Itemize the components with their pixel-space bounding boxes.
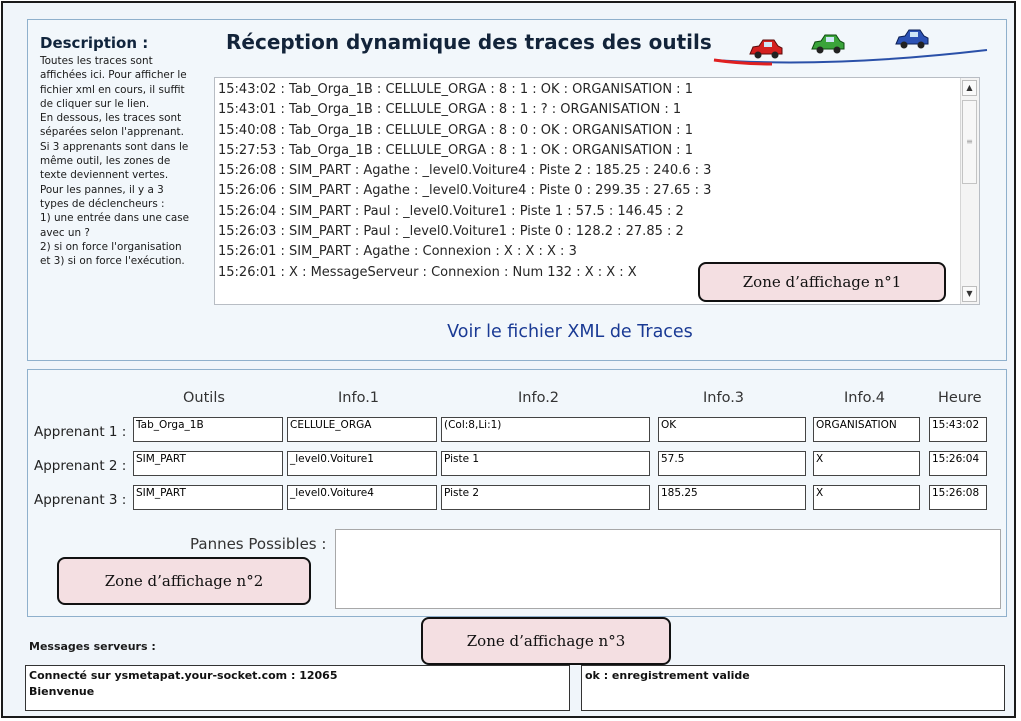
cell-apprenant1-info1[interactable]: CELLULE_ORGA [287, 417, 437, 442]
cell-apprenant2-heure[interactable]: 15:26:04 [929, 451, 987, 476]
column-header-heure: Heure [938, 390, 982, 406]
cell-apprenant3-heure[interactable]: 15:26:08 [929, 485, 987, 510]
callout-zone-1: Zone d’affichage n°1 [698, 262, 946, 302]
trace-line: 15:26:06 : SIM_PART : Agathe : _level0.V… [218, 183, 712, 199]
trace-line: 15:26:04 : SIM_PART : Paul : _level0.Voi… [218, 203, 684, 219]
column-header-info3: Info.3 [703, 390, 745, 406]
cell-apprenant1-info3[interactable]: OK [658, 417, 806, 442]
column-header-info1: Info.1 [338, 390, 380, 406]
column-header-info2: Info.2 [518, 390, 560, 406]
trace-line: 15:26:08 : SIM_PART : Agathe : _level0.V… [218, 163, 712, 179]
scroll-thumb[interactable]: ≡ [962, 100, 977, 184]
server-messages-label: Messages serveurs : [29, 640, 156, 653]
server-connection-message: Connecté sur ysmetapat.your-socket.com :… [25, 665, 570, 711]
cell-apprenant1-info2[interactable]: (Col:8,Li:1) [441, 417, 650, 442]
trace-line: 15:27:53 : Tab_Orga_1B : CELLULE_ORGA : … [218, 142, 693, 158]
description-title: Description : [40, 34, 149, 52]
blue-car-icon [895, 29, 929, 49]
scroll-down-icon[interactable]: ▼ [962, 286, 977, 302]
pannes-possibles-label: Pannes Possibles : [190, 535, 327, 553]
traces-scrollbar[interactable]: ▲ ≡ ▼ [960, 78, 979, 304]
trace-line: 15:26:01 : SIM_PART : Agathe : Connexion… [218, 244, 577, 260]
red-car-icon [749, 39, 783, 59]
trace-line: 15:43:01 : Tab_Orga_1B : CELLULE_ORGA : … [218, 102, 682, 118]
cell-apprenant3-outils[interactable]: SIM_PART [133, 485, 283, 510]
green-car-icon [811, 34, 845, 54]
cars-logo-icon [713, 29, 988, 66]
row-label-apprenant-3: Apprenant 3 : [34, 492, 127, 508]
xml-traces-link[interactable]: Voir le fichier XML de Traces [395, 322, 745, 342]
callout-zone-2: Zone d’affichage n°2 [57, 557, 311, 605]
column-header-outils: Outils [183, 390, 225, 406]
callout-zone-3: Zone d’affichage n°3 [421, 617, 671, 665]
cell-apprenant1-outils[interactable]: Tab_Orga_1B [133, 417, 283, 442]
trace-line: 15:26:03 : SIM_PART : Paul : _level0.Voi… [218, 224, 684, 240]
pannes-possibles-textarea[interactable] [335, 529, 1001, 609]
cell-apprenant3-info3[interactable]: 185.25 [658, 485, 806, 510]
cell-apprenant2-info3[interactable]: 57.5 [658, 451, 806, 476]
cell-apprenant1-info4[interactable]: ORGANISATION [813, 417, 920, 442]
cell-apprenant3-info4[interactable]: X [813, 485, 920, 510]
row-label-apprenant-2: Apprenant 2 : [34, 458, 127, 474]
cell-apprenant2-info1[interactable]: _level0.Voiture1 [287, 451, 437, 476]
cell-apprenant2-info2[interactable]: Piste 1 [441, 451, 650, 476]
cell-apprenant2-info4[interactable]: X [813, 451, 920, 476]
server-status-message: ok : enregistrement valide [581, 665, 1005, 711]
page-title: Réception dynamique des traces des outil… [226, 30, 712, 54]
column-header-info4: Info.4 [844, 390, 886, 406]
trace-line: 15:40:08 : Tab_Orga_1B : CELLULE_ORGA : … [218, 122, 693, 138]
cell-apprenant2-outils[interactable]: SIM_PART [133, 451, 283, 476]
description-text: Toutes les traces sont affichées ici. Po… [40, 55, 190, 268]
scroll-up-icon[interactable]: ▲ [962, 80, 977, 96]
cell-apprenant1-heure[interactable]: 15:43:02 [929, 417, 987, 442]
trace-line: 15:43:02 : Tab_Orga_1B : CELLULE_ORGA : … [218, 82, 693, 97]
cell-apprenant3-info1[interactable]: _level0.Voiture4 [287, 485, 437, 510]
cell-apprenant3-info2[interactable]: Piste 2 [441, 485, 650, 510]
row-label-apprenant-1: Apprenant 1 : [34, 424, 127, 440]
